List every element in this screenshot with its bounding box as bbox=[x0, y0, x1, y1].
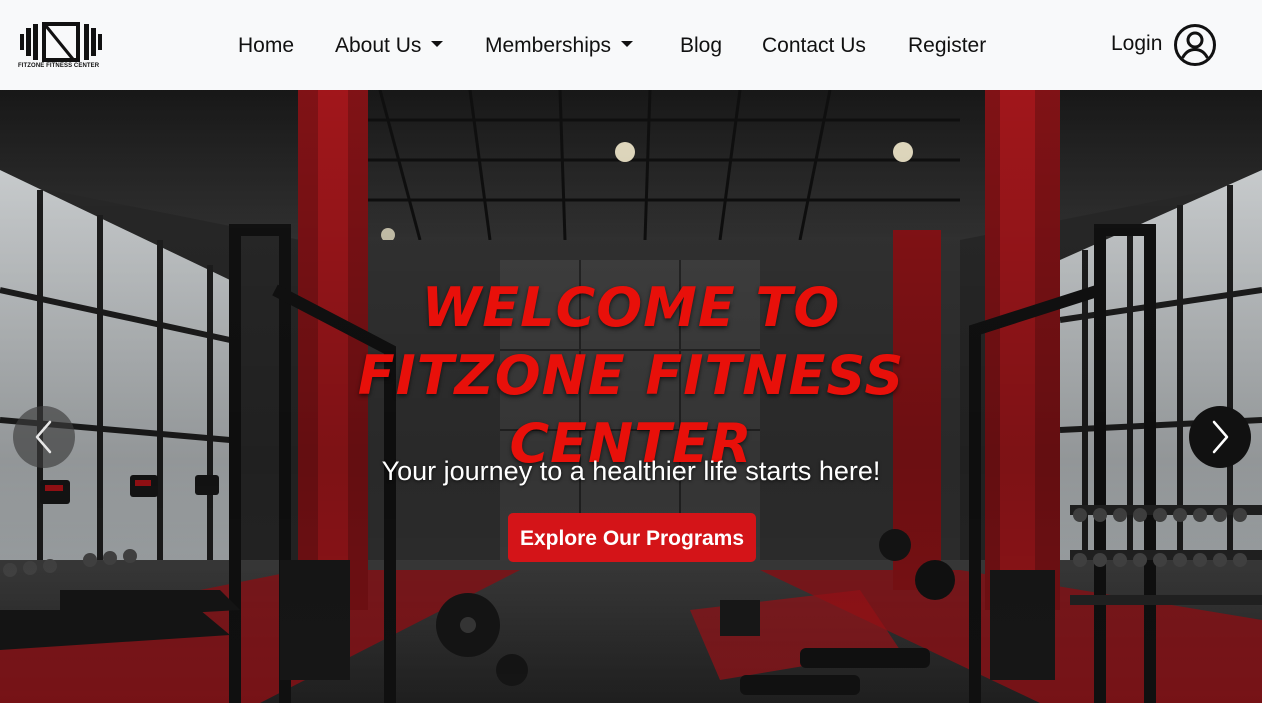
carousel-next-button[interactable] bbox=[1189, 406, 1251, 468]
login-label: Login bbox=[1111, 32, 1163, 55]
explore-programs-button[interactable]: Explore Our Programs bbox=[508, 513, 756, 562]
chevron-right-icon bbox=[1212, 420, 1229, 454]
nav-register[interactable]: Register bbox=[908, 33, 986, 59]
carousel-prev-button[interactable] bbox=[13, 406, 75, 468]
hero-title-line: WELCOME TO bbox=[421, 276, 841, 340]
chevron-left-icon bbox=[35, 420, 52, 454]
nav-about-us[interactable]: About Us bbox=[335, 33, 444, 59]
brand-name: FITZONE FITNESS CENTER bbox=[18, 63, 100, 69]
hero-title-line: FITZONE FITNESS bbox=[357, 344, 905, 408]
fz-dumbbell-logo-icon bbox=[20, 22, 102, 62]
nav-contact-us-label: Contact Us bbox=[762, 34, 866, 57]
hero-title: WELCOME TO FITZONE FITNESS CENTER bbox=[331, 274, 931, 478]
nav-home-label: Home bbox=[238, 34, 295, 57]
brand-logo[interactable]: FITZONE FITNESS CENTER bbox=[18, 18, 104, 74]
navbar: FITZONE FITNESS CENTER Home About Us Mem… bbox=[0, 0, 1262, 90]
nav-blog[interactable]: Blog bbox=[680, 33, 722, 59]
nav-register-label: Register bbox=[908, 34, 987, 57]
nav-memberships-label: Memberships bbox=[485, 34, 612, 57]
caret-down-icon bbox=[621, 41, 634, 48]
nav-about-us-label: About Us bbox=[335, 34, 422, 57]
user-circle-icon bbox=[1174, 24, 1216, 66]
nav-home[interactable]: Home bbox=[238, 33, 294, 59]
hero-subtitle: Your journey to a healthier life starts … bbox=[381, 456, 881, 486]
caret-down-icon bbox=[431, 41, 444, 48]
nav-blog-label: Blog bbox=[680, 34, 723, 57]
nav-memberships[interactable]: Memberships bbox=[485, 33, 634, 59]
nav-contact-us[interactable]: Contact Us bbox=[762, 33, 866, 59]
hero-carousel: WELCOME TO FITZONE FITNESS CENTER Your j… bbox=[0, 90, 1262, 703]
